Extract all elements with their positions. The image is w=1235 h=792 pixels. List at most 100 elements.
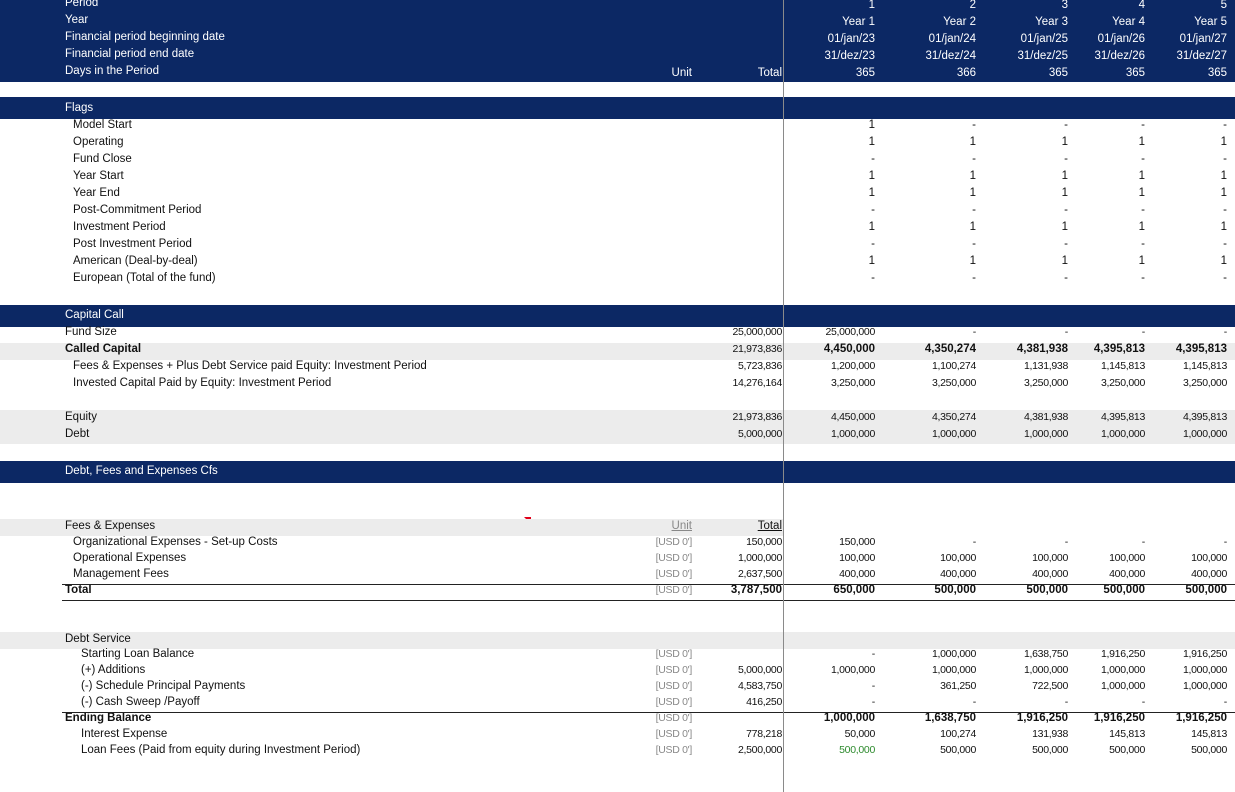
fees-total-bottom-rule xyxy=(62,600,1235,601)
fees-row-unit: [USD 0'] xyxy=(655,552,693,564)
debt-fees-title: Debt, Fees and Expenses Cfs xyxy=(65,465,218,477)
fees-total-row-cell: 500,000 xyxy=(1185,584,1227,596)
capital-call-title: Capital Call xyxy=(65,309,124,321)
capital-call-cell: 1,100,274 xyxy=(931,360,976,372)
period-end-cell: 31/dez/24 xyxy=(925,50,976,62)
capital-call-total: 5,723,836 xyxy=(737,360,782,372)
period-begin-cell: 01/jan/23 xyxy=(827,33,875,45)
flag-row-label: Model Start xyxy=(73,119,132,131)
flag-cell: 1 xyxy=(868,255,875,267)
split-total: 21,973,836 xyxy=(732,411,782,423)
capital-call-row-label: Fund Size xyxy=(65,326,117,338)
capital-call-cell: 3,250,000 xyxy=(1182,377,1227,389)
interest-row-cell: 50,000 xyxy=(844,728,876,740)
period-period-cell: 5 xyxy=(1220,0,1227,11)
ending-balance-row-label: Ending Balance xyxy=(65,712,152,724)
fees-row-cell: 400,000 xyxy=(940,568,976,580)
capital-call-cell: 25,000,000 xyxy=(825,326,875,338)
fees-total-header: Total xyxy=(757,520,782,532)
debt-row-cell: 1,000,000 xyxy=(1182,680,1227,692)
debt-row-unit: [USD 0'] xyxy=(655,696,693,708)
debt-row-cell: 1,000,000 xyxy=(1182,664,1227,676)
loan-fees-row-unit: [USD 0'] xyxy=(655,744,693,756)
flag-cell: 1 xyxy=(868,119,875,131)
total-column-divider xyxy=(783,0,784,792)
flag-cell: - xyxy=(1141,204,1145,216)
fees-row-cell: 100,000 xyxy=(839,552,875,564)
period-year-cell: Year 4 xyxy=(1112,16,1145,28)
debt-row-cell: - xyxy=(972,696,977,708)
debt-row-cell: - xyxy=(871,648,876,660)
debt-row-cell: 1,000,000 xyxy=(1100,664,1145,676)
flag-row-label: American (Deal-by-deal) xyxy=(73,255,198,267)
fees-total-row-label: Total xyxy=(65,584,92,596)
debt-row-label: Starting Loan Balance xyxy=(81,648,195,660)
flag-cell: - xyxy=(1223,153,1227,165)
flag-cell: 1 xyxy=(1220,221,1227,233)
flag-cell: 1 xyxy=(868,221,875,233)
fees-row-cell: 400,000 xyxy=(1191,568,1227,580)
flag-cell: - xyxy=(1223,204,1227,216)
flag-row-label: Post Investment Period xyxy=(73,238,192,250)
flag-cell: 1 xyxy=(969,255,976,267)
flag-row-label: European (Total of the fund) xyxy=(73,272,216,284)
flag-cell: - xyxy=(871,153,875,165)
fees-row-cell: - xyxy=(1141,536,1146,548)
period-label: Period xyxy=(65,0,99,9)
flag-cell: 1 xyxy=(1138,136,1145,148)
capital-call-total: 25,000,000 xyxy=(732,326,782,338)
flag-cell: - xyxy=(972,272,976,284)
flags-title: Flags xyxy=(65,102,94,114)
period-end-cell: 31/dez/27 xyxy=(1176,50,1227,62)
fees-total-top-rule xyxy=(62,584,1235,585)
capital-call-cell: 3,250,000 xyxy=(1100,377,1145,389)
begin-date-label: Financial period beginning date xyxy=(65,31,225,43)
unit-header: Unit xyxy=(671,67,692,79)
debt-row-unit: [USD 0'] xyxy=(655,664,693,676)
interest-row-label: Interest Expense xyxy=(81,728,168,740)
flag-row-label: Fund Close xyxy=(73,153,132,165)
capital-call-cell: 4,395,813 xyxy=(1093,343,1145,355)
interest-row-cell: 100,274 xyxy=(940,728,976,740)
flag-cell: - xyxy=(871,204,875,216)
flag-row-label: Operating xyxy=(73,136,124,148)
loan-fees-row-label: Loan Fees (Paid from equity during Inves… xyxy=(81,744,361,756)
capital-call-bar xyxy=(0,305,1235,327)
period-begin-cell: 01/jan/27 xyxy=(1179,33,1227,45)
flag-cell: - xyxy=(1223,119,1227,131)
ending-balance-row-cell: 1,916,250 xyxy=(1175,712,1227,724)
debt-row-cell: 1,000,000 xyxy=(931,648,976,660)
flag-row-label: Investment Period xyxy=(73,221,166,233)
period-period-cell: 1 xyxy=(868,0,875,11)
flag-cell: - xyxy=(972,204,976,216)
fees-total-row-total: 3,787,500 xyxy=(730,584,782,596)
debt-row-total: 4,583,750 xyxy=(737,680,782,692)
fees-unit-header: Unit xyxy=(671,520,692,532)
fees-row-cell: - xyxy=(972,536,977,548)
flag-cell: - xyxy=(871,238,875,250)
flag-row-label: Post-Commitment Period xyxy=(73,204,202,216)
fees-row-cell: 100,000 xyxy=(1191,552,1227,564)
flag-cell: - xyxy=(1141,119,1145,131)
debt-row-cell: 1,916,250 xyxy=(1100,648,1145,660)
flag-cell: 1 xyxy=(1138,187,1145,199)
flag-cell: - xyxy=(972,153,976,165)
flag-cell: - xyxy=(972,119,976,131)
split-cell: 1,000,000 xyxy=(931,428,976,440)
loan-fees-row-cell: 500,000 xyxy=(839,744,875,756)
capital-call-row-label: Called Capital xyxy=(65,343,142,355)
period-days-cell: 365 xyxy=(1125,67,1145,79)
debt-row-cell: 1,000,000 xyxy=(931,664,976,676)
debt-title-band xyxy=(0,632,1235,649)
fees-total-row-cell: 650,000 xyxy=(833,584,875,596)
interest-row-unit: [USD 0'] xyxy=(655,728,693,740)
split-cell: 1,000,000 xyxy=(830,428,875,440)
debt-row-cell: 1,000,000 xyxy=(830,664,875,676)
ending-balance-row-cell: 1,638,750 xyxy=(924,712,976,724)
debt-row-cell: - xyxy=(1141,696,1146,708)
period-year-cell: Year 5 xyxy=(1194,16,1227,28)
ending-balance-top-rule xyxy=(62,712,1235,713)
fees-row-cell: - xyxy=(1223,536,1228,548)
flag-cell: - xyxy=(972,238,976,250)
period-end-cell: 31/dez/23 xyxy=(824,50,875,62)
